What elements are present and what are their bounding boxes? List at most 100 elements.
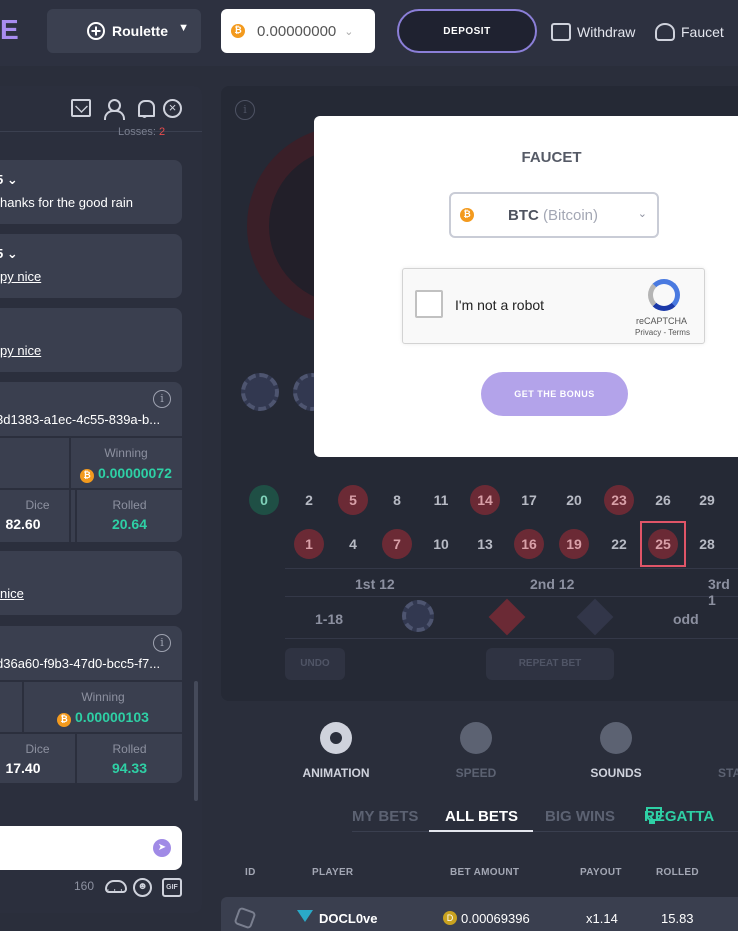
rain-icon[interactable] [104,879,127,899]
btc-coin-icon: ₿ [231,24,245,38]
number-cell[interactable]: 14 [470,485,500,515]
column-header-rolled: ROLLED [656,867,699,878]
deposit-button[interactable]: DEPOSIT [397,9,537,53]
tab-all-bets[interactable]: ALL BETS [445,808,518,825]
mail-icon[interactable] [71,99,91,117]
chat-message: nice [0,551,182,615]
speaker-icon [600,722,632,754]
number-cell[interactable]: 7 [382,529,412,559]
message-text: py nice [0,269,42,284]
undo-button[interactable]: UNDO [285,648,345,680]
number-cell[interactable]: 20 [559,485,589,515]
active-tab-indicator [429,830,533,832]
number-cell[interactable]: 16 [514,529,544,559]
recaptcha-terms[interactable]: Privacy - Terms [635,328,690,337]
number-zero[interactable]: 0 [249,485,279,515]
message-text: py nice [0,343,42,358]
recaptcha-checkbox[interactable] [415,290,443,318]
chat-scrollbar[interactable] [194,681,198,801]
shared-bet-card[interactable]: i d36a60-f9b3-47d0-bcc5-f7... Winning ₿ … [0,626,182,783]
animation-toggle[interactable]: ANIMATION [291,722,381,780]
repeat-bet-button[interactable]: REPEAT BET [486,648,614,680]
animation-icon [320,722,352,754]
logo[interactable]: E [0,14,19,46]
users-icon[interactable] [103,99,125,120]
number-cell[interactable]: 22 [604,529,634,559]
chat-header: × [0,86,202,132]
number-cell[interactable]: 23 [604,485,634,515]
btc-coin-icon: ₿ [460,208,474,222]
number-cell[interactable]: 13 [470,529,500,559]
bell-icon[interactable] [135,99,155,118]
faucet-link[interactable]: Faucet [655,21,724,43]
emoji-icon[interactable]: ☻ [133,878,152,897]
dozen-1[interactable]: 1st 12 [355,576,395,592]
stats-label: STA [718,766,738,780]
number-cell[interactable]: 1 [294,529,324,559]
chip-icon[interactable] [402,600,434,632]
game-select[interactable]: Roulette ▼ [47,9,201,53]
chat-input[interactable]: ➤ [0,826,182,870]
losses-label: Losses: [118,126,156,138]
bet-hash: 3d1383-a1ec-4c55-839a-b... [0,412,161,427]
info-icon[interactable]: i [235,100,255,120]
info-icon[interactable]: i [153,634,171,652]
sounds-label: SOUNDS [590,766,642,780]
bet-low[interactable]: 1-18 [315,611,343,627]
bet-odd[interactable]: odd [673,611,699,627]
chip-icon[interactable] [241,373,279,411]
dozen-2[interactable]: 2nd 12 [530,576,574,592]
message-author[interactable]: 5 ⌄ [0,172,18,188]
faucet-label: Faucet [681,24,724,40]
dice-value: 17.40 [5,760,41,776]
winning-value: ₿ 0.00000072 [70,465,182,483]
balance-select[interactable]: ₿ 0.00000000 ⌄ [221,9,375,53]
animation-label: ANIMATION [302,766,370,780]
number-cell[interactable]: 26 [648,485,678,515]
balance-value: 0.00000000 [257,22,337,40]
chat-message: py nice [0,308,182,372]
close-icon[interactable]: × [163,99,182,118]
send-icon[interactable]: ➤ [153,839,171,857]
number-cell[interactable]: 11 [426,485,456,515]
number-cell[interactable]: 17 [514,485,544,515]
tab-my-bets[interactable]: MY BETS [352,808,418,825]
number-cell[interactable]: 19 [559,529,589,559]
rolled-value: 94.33 [111,760,148,776]
number-cell[interactable]: 2 [294,485,324,515]
dice-value: 82.60 [5,516,41,532]
lightning-icon [460,722,492,754]
number-cell[interactable]: 4 [338,529,368,559]
message-text: nice [0,586,24,601]
dozen-3[interactable]: 3rd 1 [708,576,738,608]
get-bonus-button[interactable]: GET THE BONUS [481,372,628,416]
message-author[interactable]: 5 ⌄ [0,246,18,262]
column-header-id: ID [245,867,256,878]
tab-big-wins[interactable]: BIG WINS [545,808,615,825]
shared-bet-card[interactable]: i 3d1383-a1ec-4c55-839a-b... Winning ₿ 0… [0,382,182,542]
number-cell[interactable]: 10 [426,529,456,559]
number-cell[interactable]: 8 [382,485,412,515]
bet-player[interactable]: DOCL0ve [319,911,378,926]
stats-toggle[interactable]: STA [718,766,738,780]
bet-payout: x1.14 [586,911,618,926]
bet-rolled: 15.83 [661,911,694,926]
column-header-payout: PAYOUT [580,867,622,878]
number-cell[interactable]: 29 [692,485,722,515]
chat-panel: × Losses: 2 5 ⌄ hanks for the good rain … [0,86,202,913]
recaptcha-brand: reCAPTCHA [636,316,688,326]
number-cell[interactable]: 5 [338,485,368,515]
dice-label: Dice [25,498,50,512]
recaptcha-label: I'm not a robot [455,297,545,313]
withdraw-link[interactable]: Withdraw [551,21,635,43]
sounds-toggle[interactable]: SOUNDS [571,722,661,780]
doge-coin-icon: D [443,911,457,925]
top-bar: E Roulette ▼ ₿ 0.00000000 ⌄ DEPOSIT With… [0,0,738,66]
currency-select[interactable]: ₿ BTC (Bitcoin) ⌄ [449,192,659,238]
winning-amount: 0.00000072 [97,465,172,481]
info-icon[interactable]: i [153,390,171,408]
speed-toggle[interactable]: SPEED [431,722,521,780]
gif-icon[interactable]: GIF [162,878,182,897]
selected-number-highlight [640,521,686,567]
number-cell[interactable]: 28 [692,529,722,559]
